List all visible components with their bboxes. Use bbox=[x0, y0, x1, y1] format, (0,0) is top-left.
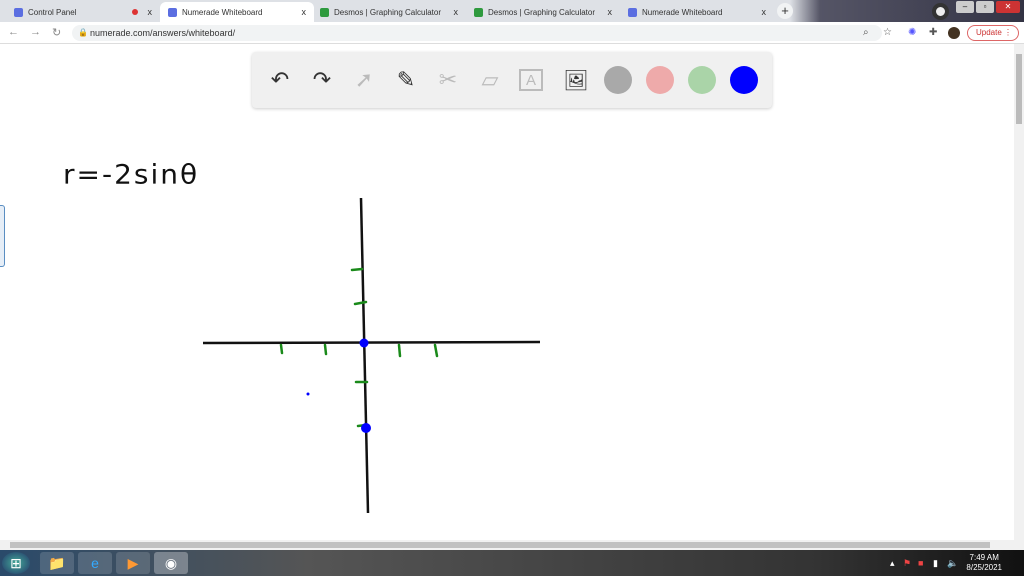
clock[interactable]: 7:49 AM 8/25/2021 bbox=[966, 553, 1002, 573]
tray-app-icon[interactable]: ■ bbox=[918, 558, 923, 568]
volume-icon[interactable]: 🔈 bbox=[947, 558, 958, 569]
date: 8/25/2021 bbox=[966, 563, 1002, 572]
action-center-icon[interactable]: ⚑ bbox=[903, 558, 911, 569]
x-tick bbox=[397, 343, 402, 358]
show-hidden-icons[interactable]: ▴ bbox=[890, 558, 895, 569]
network-icon[interactable]: ▮ bbox=[933, 558, 938, 569]
taskbar: ⊞ 📁 e ▶ ◉ ▴ ⚑ ■ ▮ 🔈 7:49 AM 8/25/2021 bbox=[0, 550, 1024, 576]
whiteboard-drawing bbox=[202, 197, 541, 514]
file-explorer-icon[interactable]: 📁 bbox=[40, 552, 74, 574]
y-axis bbox=[359, 197, 370, 514]
y-tick bbox=[350, 267, 364, 272]
internet-explorer-icon[interactable]: e bbox=[78, 552, 112, 574]
horizontal-scrollbar[interactable] bbox=[0, 540, 1024, 550]
chrome-icon[interactable]: ◉ bbox=[154, 552, 188, 574]
x-tick bbox=[433, 343, 439, 358]
start-button[interactable]: ⊞ bbox=[2, 552, 30, 574]
x-tick bbox=[323, 343, 328, 356]
point-dot bbox=[306, 392, 310, 396]
point-origin bbox=[359, 338, 369, 348]
x-axis bbox=[202, 340, 541, 345]
media-player-icon[interactable]: ▶ bbox=[116, 552, 150, 574]
time: 7:49 AM bbox=[969, 553, 999, 562]
point-negative-2 bbox=[361, 423, 371, 433]
x-tick bbox=[279, 343, 284, 355]
